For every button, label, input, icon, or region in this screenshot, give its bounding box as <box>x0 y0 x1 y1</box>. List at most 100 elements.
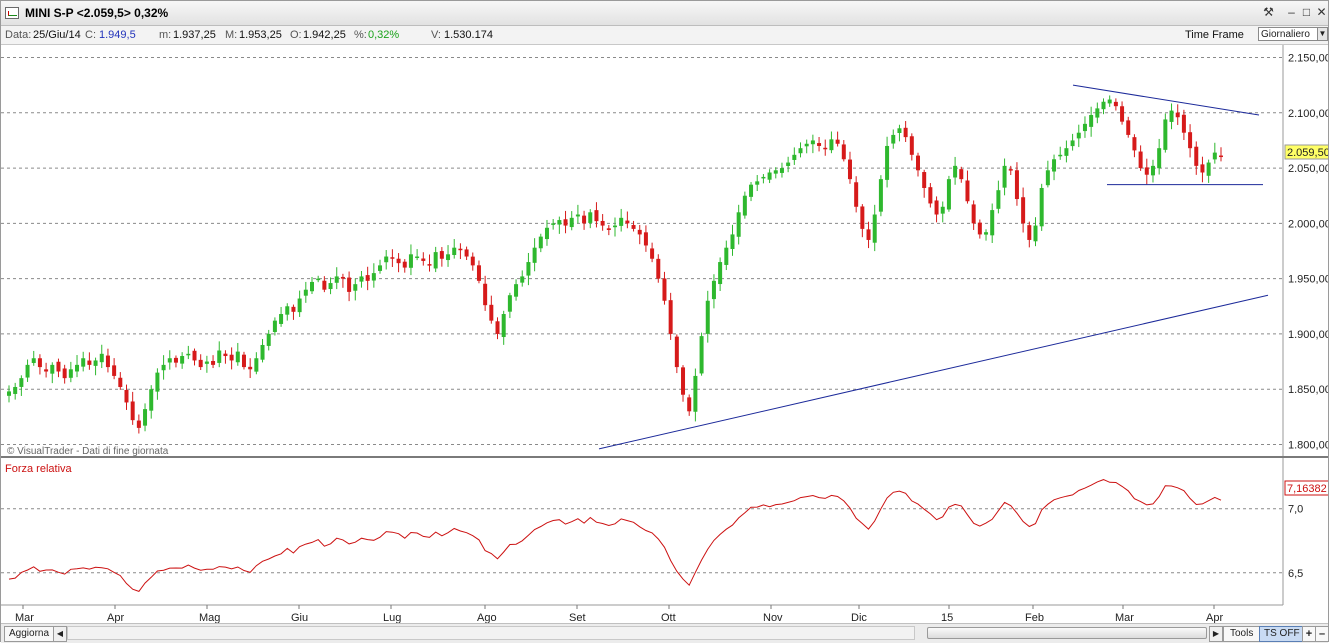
maximize-button[interactable]: □ <box>1299 5 1314 20</box>
candle-body <box>390 257 395 259</box>
price-tick-label: 2.000,00 <box>1288 218 1328 230</box>
candle-body <box>229 354 234 361</box>
candle-body <box>118 377 123 387</box>
candle-body <box>452 247 457 256</box>
candle-body <box>1089 115 1094 127</box>
candle-body <box>650 248 655 259</box>
candle-body <box>1058 154 1063 157</box>
candle-body <box>458 248 463 251</box>
scroll-thumb[interactable] <box>927 627 1207 639</box>
candle-body <box>124 389 129 403</box>
candle-body <box>476 265 481 281</box>
candle-body <box>681 367 686 395</box>
candle-body <box>971 204 976 224</box>
candle-body <box>1033 225 1038 242</box>
timeframe-select[interactable]: Giornaliero <box>1258 27 1318 41</box>
candle-body <box>934 200 939 215</box>
candle-body <box>68 369 73 378</box>
support-trendline[interactable] <box>598 294 1269 450</box>
open-value: 1.942,25 <box>303 29 346 41</box>
candle-body <box>328 283 333 290</box>
window-title: MINI S-P <2.059,5> 0,32% <box>25 6 169 20</box>
time-axis: Mar Apr Mag Giu Lug Ago Set Ott Nov Dic 15 Feb Mar Ap… <box>15 605 1223 623</box>
rsi-tick-label: 6,5 <box>1288 568 1303 580</box>
chart-area[interactable]: 2.150,00 2.100,00 2.050,00 2.000,00 1.950,00… <box>1 45 1328 623</box>
time-tick-label: Set <box>569 612 586 623</box>
chevron-down-icon[interactable]: ▼ <box>1317 27 1328 41</box>
refresh-button[interactable]: Aggiorna <box>4 626 55 642</box>
candle-body <box>1113 101 1118 107</box>
candle-body <box>1175 112 1180 118</box>
candle-body <box>143 409 148 426</box>
candle-body <box>266 333 271 346</box>
title-bar[interactable]: MINI S-P <2.059,5> 0,32% ⚒ – □ ✕ <box>1 1 1328 26</box>
price-tick-label: 1.950,00 <box>1288 274 1328 286</box>
data-value: 25/Giu/14 <box>33 29 81 41</box>
bottom-toolbar: Aggiorna ◀ ▶ Tools TS OFF + – <box>1 623 1329 643</box>
price-tick-label: 1.850,00 <box>1288 384 1328 396</box>
time-tick-label: Ago <box>477 612 497 623</box>
candle-body <box>711 280 716 300</box>
candle-body <box>1070 140 1075 147</box>
candle-body <box>291 306 296 312</box>
tools-button[interactable]: Tools <box>1223 626 1261 642</box>
candle-body <box>866 229 871 240</box>
candle-body <box>569 217 574 228</box>
candle-body <box>1206 162 1211 176</box>
candle-body <box>668 300 673 334</box>
candle-body <box>705 300 710 334</box>
candle-body <box>316 278 321 281</box>
time-tick-label: Giu <box>291 612 308 623</box>
scroll-left-button[interactable]: ◀ <box>53 626 67 642</box>
candle-body <box>359 276 364 282</box>
rsi-tick-label: 7,0 <box>1288 504 1303 516</box>
candle-body <box>520 276 525 283</box>
candle-body <box>891 134 896 144</box>
candle-body <box>977 222 982 235</box>
candle-body <box>557 220 562 225</box>
upper-trendline[interactable] <box>1072 84 1260 116</box>
candle-body <box>155 372 160 392</box>
candle-body <box>384 256 389 263</box>
candle-body <box>93 360 98 366</box>
time-tick-label: Feb <box>1025 612 1044 623</box>
zoom-out-button[interactable]: – <box>1315 626 1329 642</box>
watermark: © VisualTrader - Dati di fine giornata <box>7 446 169 457</box>
time-tick-label: Nov <box>763 612 783 623</box>
pin-icon[interactable]: ⚒ <box>1261 5 1276 20</box>
candle-body <box>619 217 624 226</box>
candle-body <box>1095 108 1100 118</box>
candle-body <box>1045 170 1050 186</box>
candle-body <box>489 304 494 321</box>
candle-body <box>718 262 723 285</box>
time-tick-label: Mar <box>15 612 34 623</box>
candle-body <box>180 356 185 364</box>
candle-body <box>779 168 784 173</box>
minimize-button[interactable]: – <box>1284 5 1299 20</box>
time-tick-label: Apr <box>107 612 124 623</box>
candle-body <box>1144 167 1149 175</box>
candle-body <box>532 247 537 263</box>
scroll-track[interactable] <box>67 626 915 640</box>
candle-body <box>847 159 852 180</box>
candle-body <box>878 179 883 212</box>
candle-body <box>402 261 407 268</box>
candle-body <box>396 258 401 264</box>
candle-body <box>674 336 679 368</box>
candle-body <box>551 223 556 225</box>
candle-body <box>415 256 420 259</box>
candle-body <box>1101 101 1106 110</box>
candle-body <box>625 220 630 224</box>
ts-off-button[interactable]: TS OFF <box>1259 626 1305 642</box>
candle-body <box>248 366 253 370</box>
price-tick-label: 2.150,00 <box>1288 53 1328 65</box>
candle-body <box>594 210 599 222</box>
zoom-in-button[interactable]: + <box>1302 626 1316 642</box>
candle-body <box>378 265 383 271</box>
candle-body <box>903 127 908 138</box>
scroll-right-button[interactable]: ▶ <box>1209 626 1223 642</box>
close-button[interactable]: ✕ <box>1314 5 1329 20</box>
candle-body <box>173 357 178 363</box>
timeframe-label: Time Frame <box>1185 29 1244 41</box>
candle-body <box>217 350 222 363</box>
